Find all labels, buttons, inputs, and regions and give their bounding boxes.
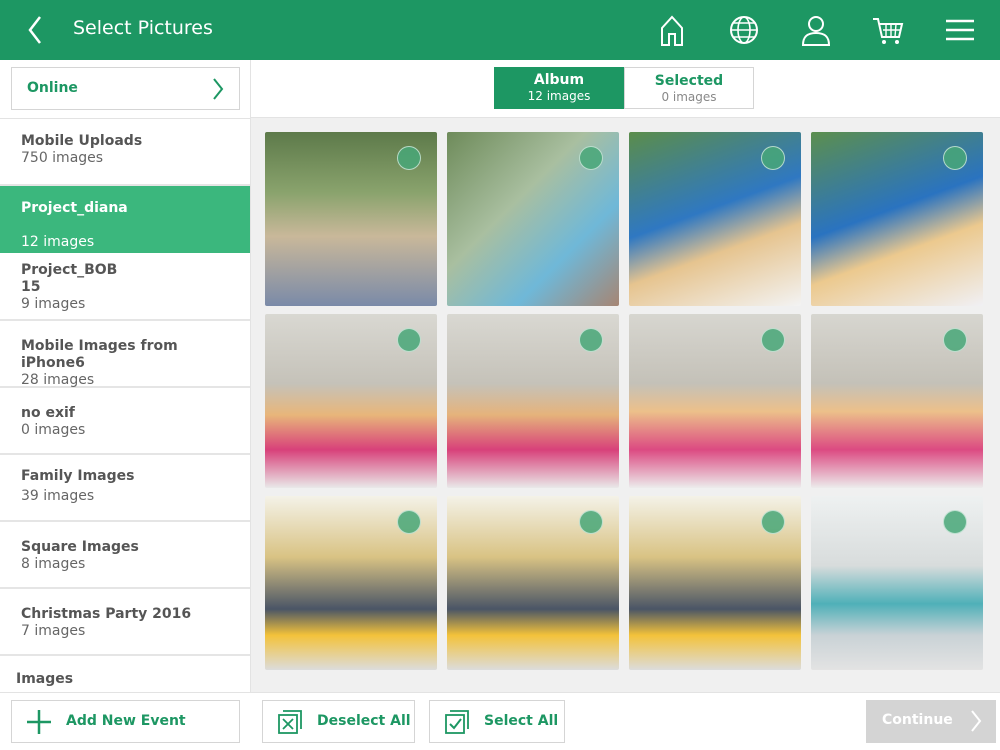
- images-section-header: Images: [16, 671, 74, 687]
- event-name: Project_BOB 15: [21, 262, 118, 295]
- select-circle-icon[interactable]: [397, 328, 421, 352]
- photo-thumbnail[interactable]: [629, 314, 801, 488]
- select-circle-icon[interactable]: [397, 510, 421, 534]
- photo-thumbnail[interactable]: [447, 132, 619, 306]
- event-item-active[interactable]: Project_diana 12 images: [0, 186, 250, 253]
- back-chevron-icon[interactable]: [24, 14, 48, 46]
- user-icon[interactable]: [798, 12, 834, 48]
- photo-thumbnail[interactable]: [265, 496, 437, 670]
- source-selector[interactable]: Online: [11, 67, 240, 110]
- event-item[interactable]: Mobile Uploads 750 images: [0, 119, 250, 186]
- tab-album-label: Album: [533, 72, 585, 88]
- select-circle-icon[interactable]: [943, 328, 967, 352]
- event-name: Mobile Images from iPhone6: [21, 338, 178, 371]
- deselect-icon: [277, 709, 303, 735]
- tab-selected-count: 0 images: [661, 90, 717, 104]
- select-circle-icon[interactable]: [761, 510, 785, 534]
- select-circle-icon[interactable]: [579, 510, 603, 534]
- select-all-label: Select All: [484, 713, 559, 729]
- event-count: 7 images: [21, 623, 86, 639]
- photo-thumbnail[interactable]: [265, 132, 437, 306]
- select-circle-icon[interactable]: [943, 510, 967, 534]
- photo-thumbnail[interactable]: [447, 314, 619, 488]
- event-count: 12 images: [21, 234, 95, 250]
- event-count: 39 images: [21, 488, 95, 504]
- photo-thumbnail[interactable]: [811, 132, 983, 306]
- event-item[interactable]: Mobile Images from iPhone6 28 images: [0, 321, 250, 388]
- photo-thumbnail[interactable]: [447, 496, 619, 670]
- photo-area: Album 12 images Selected 0 images: [251, 60, 1000, 692]
- photo-thumbnail[interactable]: [629, 496, 801, 670]
- deselect-all-button[interactable]: Deselect All: [262, 700, 415, 743]
- event-count: 8 images: [21, 556, 86, 572]
- tab-album-count: 12 images: [527, 89, 591, 103]
- select-circle-icon[interactable]: [761, 328, 785, 352]
- event-item[interactable]: no exif 0 images: [0, 388, 250, 455]
- tab-selected-label: Selected: [654, 73, 724, 89]
- photo-thumbnail[interactable]: [811, 314, 983, 488]
- event-count: 28 images: [21, 372, 95, 388]
- event-name: no exif: [21, 405, 75, 421]
- add-new-event-label: Add New Event: [66, 713, 186, 729]
- event-name: Mobile Uploads: [21, 133, 143, 149]
- event-item[interactable]: Project_BOB 15 9 images: [0, 253, 250, 321]
- select-circle-icon[interactable]: [943, 146, 967, 170]
- menu-icon[interactable]: [942, 12, 978, 48]
- tab-selected[interactable]: Selected 0 images: [624, 67, 754, 109]
- event-item[interactable]: Christmas Party 2016 7 images: [0, 589, 250, 656]
- globe-icon[interactable]: [726, 12, 762, 48]
- tab-album[interactable]: Album 12 images: [494, 67, 624, 109]
- event-count: 0 images: [21, 422, 86, 438]
- select-circle-icon[interactable]: [397, 146, 421, 170]
- event-count: 9 images: [21, 296, 86, 312]
- event-name: Project_diana: [21, 200, 128, 216]
- bottom-bar: Add New Event Deselect All Select All Co…: [0, 692, 1000, 750]
- event-name: Christmas Party 2016: [21, 606, 192, 622]
- home-icon[interactable]: [654, 12, 690, 48]
- event-name: Family Images: [21, 468, 135, 484]
- event-list: Mobile Uploads 750 images Project_diana …: [0, 118, 250, 656]
- photo-thumbnail[interactable]: [629, 132, 801, 306]
- select-all-icon: [444, 709, 470, 735]
- select-all-button[interactable]: Select All: [429, 700, 565, 743]
- chevron-right-icon: [211, 76, 225, 102]
- top-bar: Select Pictures: [0, 0, 1000, 60]
- view-tabs: Album 12 images Selected 0 images: [251, 60, 1000, 118]
- event-name: Square Images: [21, 539, 139, 555]
- photo-thumbnail[interactable]: [811, 496, 983, 670]
- page-title: Select Pictures: [73, 17, 213, 39]
- event-item[interactable]: Square Images 8 images: [0, 522, 250, 589]
- plus-icon: [26, 709, 52, 735]
- select-circle-icon[interactable]: [761, 146, 785, 170]
- events-sidebar: Online Mobile Uploads 750 images Project…: [0, 60, 251, 692]
- event-item[interactable]: Family Images 39 images: [0, 455, 250, 522]
- source-label: Online: [27, 80, 78, 96]
- event-count: 750 images: [21, 150, 104, 166]
- chevron-right-icon: [970, 708, 982, 734]
- cart-icon[interactable]: [870, 12, 906, 48]
- continue-button[interactable]: Continue: [866, 700, 996, 743]
- select-circle-icon[interactable]: [579, 146, 603, 170]
- continue-label: Continue: [882, 712, 953, 728]
- select-circle-icon[interactable]: [579, 328, 603, 352]
- photo-thumbnail[interactable]: [265, 314, 437, 488]
- add-new-event-button[interactable]: Add New Event: [11, 700, 240, 743]
- deselect-all-label: Deselect All: [317, 713, 411, 729]
